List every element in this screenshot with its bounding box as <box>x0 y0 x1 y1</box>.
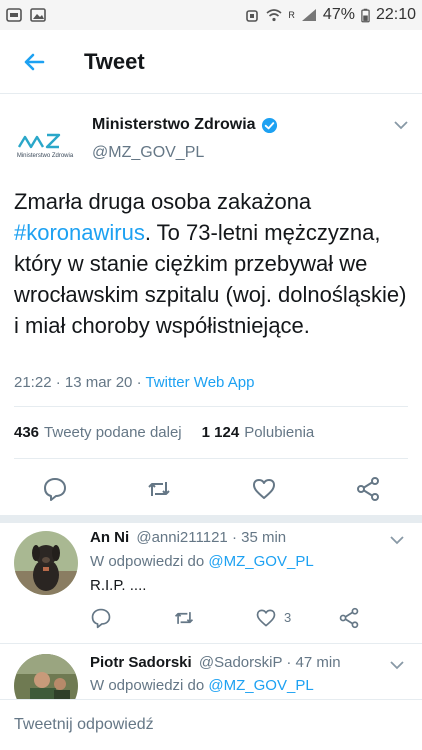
reply-to-label: W odpowiedzi do <box>90 553 209 570</box>
compose-placeholder[interactable]: Tweetnij odpowiedź <box>14 716 154 734</box>
reply-to-line: W odpowiedzi do @MZ_GOV_PL <box>90 553 314 570</box>
like-icon[interactable] <box>251 476 277 502</box>
back-button[interactable] <box>14 42 54 82</box>
retweet-icon[interactable] <box>146 476 172 502</box>
status-bar: R 47% 22:10 <box>0 0 422 30</box>
notification-icon <box>6 8 22 22</box>
reply-to-line: W odpowiedzi do @MZ_GOV_PL <box>90 677 314 694</box>
mz-logo-icon <box>17 133 61 149</box>
avatar-caption: Ministerstwo Zdrowia <box>16 153 74 159</box>
battery-percent: 47% <box>322 6 355 23</box>
avatar-image <box>14 654 78 700</box>
reply-time: · 47 min <box>286 654 341 671</box>
tweet-text-part1: Zmarła druga osoba zakażona <box>14 189 312 214</box>
reply-text: R.I.P. .... <box>90 577 147 594</box>
chevron-down-icon[interactable] <box>390 535 404 545</box>
like-icon[interactable] <box>255 607 277 629</box>
reply-author-handle[interactable]: @SadorskiP <box>199 654 282 671</box>
reply-icon[interactable] <box>42 476 68 502</box>
back-arrow-icon <box>24 53 45 70</box>
retweet-icon[interactable] <box>173 607 195 629</box>
section-divider <box>0 515 422 523</box>
reply-header: Piotr Sadorski @SadorskiP · 47 min <box>90 654 341 671</box>
dog-avatar-image <box>14 531 78 595</box>
share-icon[interactable] <box>338 607 360 629</box>
tweet-source-link[interactable]: Twitter Web App <box>145 374 254 391</box>
reply-to-mention[interactable]: @MZ_GOV_PL <box>208 677 313 694</box>
wifi-icon <box>266 9 282 22</box>
tweet-meta: 21:22 · 13 mar 20 · Twitter Web App <box>14 374 254 391</box>
share-icon[interactable] <box>355 476 381 502</box>
reply-to-label: W odpowiedzi do <box>90 677 209 694</box>
reply-tweet[interactable]: An Ni @anni211121 · 35 min W odpowiedzi … <box>0 523 422 643</box>
author-avatar[interactable]: Ministerstwo Zdrowia <box>14 116 76 172</box>
tweet-text: Zmarła druga osoba zakażona #koronawirus… <box>14 186 412 341</box>
gallery-icon <box>30 8 46 22</box>
author-name[interactable]: Ministerstwo Zdrowia <box>92 116 278 134</box>
reply-author-handle[interactable]: @anni211121 <box>136 529 227 546</box>
reply-icon[interactable] <box>90 607 112 629</box>
hashtag-link[interactable]: #koronawirus <box>14 220 145 245</box>
page-title: Tweet <box>84 48 145 74</box>
chevron-down-icon[interactable] <box>394 120 408 130</box>
likes-label[interactable]: Polubienia <box>244 424 314 441</box>
tweet-timestamp: 21:22 · 13 mar 20 · <box>14 374 146 391</box>
chevron-down-icon[interactable] <box>390 660 404 670</box>
reply-time: · 35 min <box>231 529 287 546</box>
retweets-count[interactable]: 436 <box>14 424 39 441</box>
divider <box>14 406 408 407</box>
tweet-stats: 436 Tweety podane dalej 1 124 Polubienia <box>14 424 314 441</box>
reply-author-name[interactable]: An Ni <box>90 529 129 546</box>
signal-icon <box>301 9 316 21</box>
reply-to-mention[interactable]: @MZ_GOV_PL <box>208 553 313 570</box>
author-name-text: Ministerstwo Zdrowia <box>92 116 256 133</box>
retweets-label[interactable]: Tweety podane dalej <box>44 424 182 441</box>
author-handle[interactable]: @MZ_GOV_PL <box>92 144 204 162</box>
divider <box>14 458 408 459</box>
reply-author-name[interactable]: Piotr Sadorski <box>90 654 192 671</box>
avatar[interactable] <box>14 531 78 595</box>
likes-count[interactable]: 1 124 <box>202 424 240 441</box>
clock: 22:10 <box>375 6 416 23</box>
avatar[interactable] <box>14 654 78 700</box>
verified-badge-icon <box>261 117 277 133</box>
top-app-bar: Tweet <box>0 30 422 94</box>
like-count: 3 <box>284 610 292 625</box>
reply-header: An Ni @anni211121 · 35 min <box>90 529 286 546</box>
reply-tweet[interactable]: Piotr Sadorski @SadorskiP · 47 min W odp… <box>0 644 422 700</box>
reply-compose-bar[interactable]: Tweetnij odpowiedź <box>0 699 422 750</box>
alarm-icon <box>246 10 259 22</box>
tweet-author: Ministerstwo Zdrowia Ministerstwo Zdrowi… <box>14 116 408 176</box>
battery-icon <box>361 8 370 22</box>
tweet-actions <box>0 472 422 508</box>
roaming-indicator: R <box>288 10 295 20</box>
